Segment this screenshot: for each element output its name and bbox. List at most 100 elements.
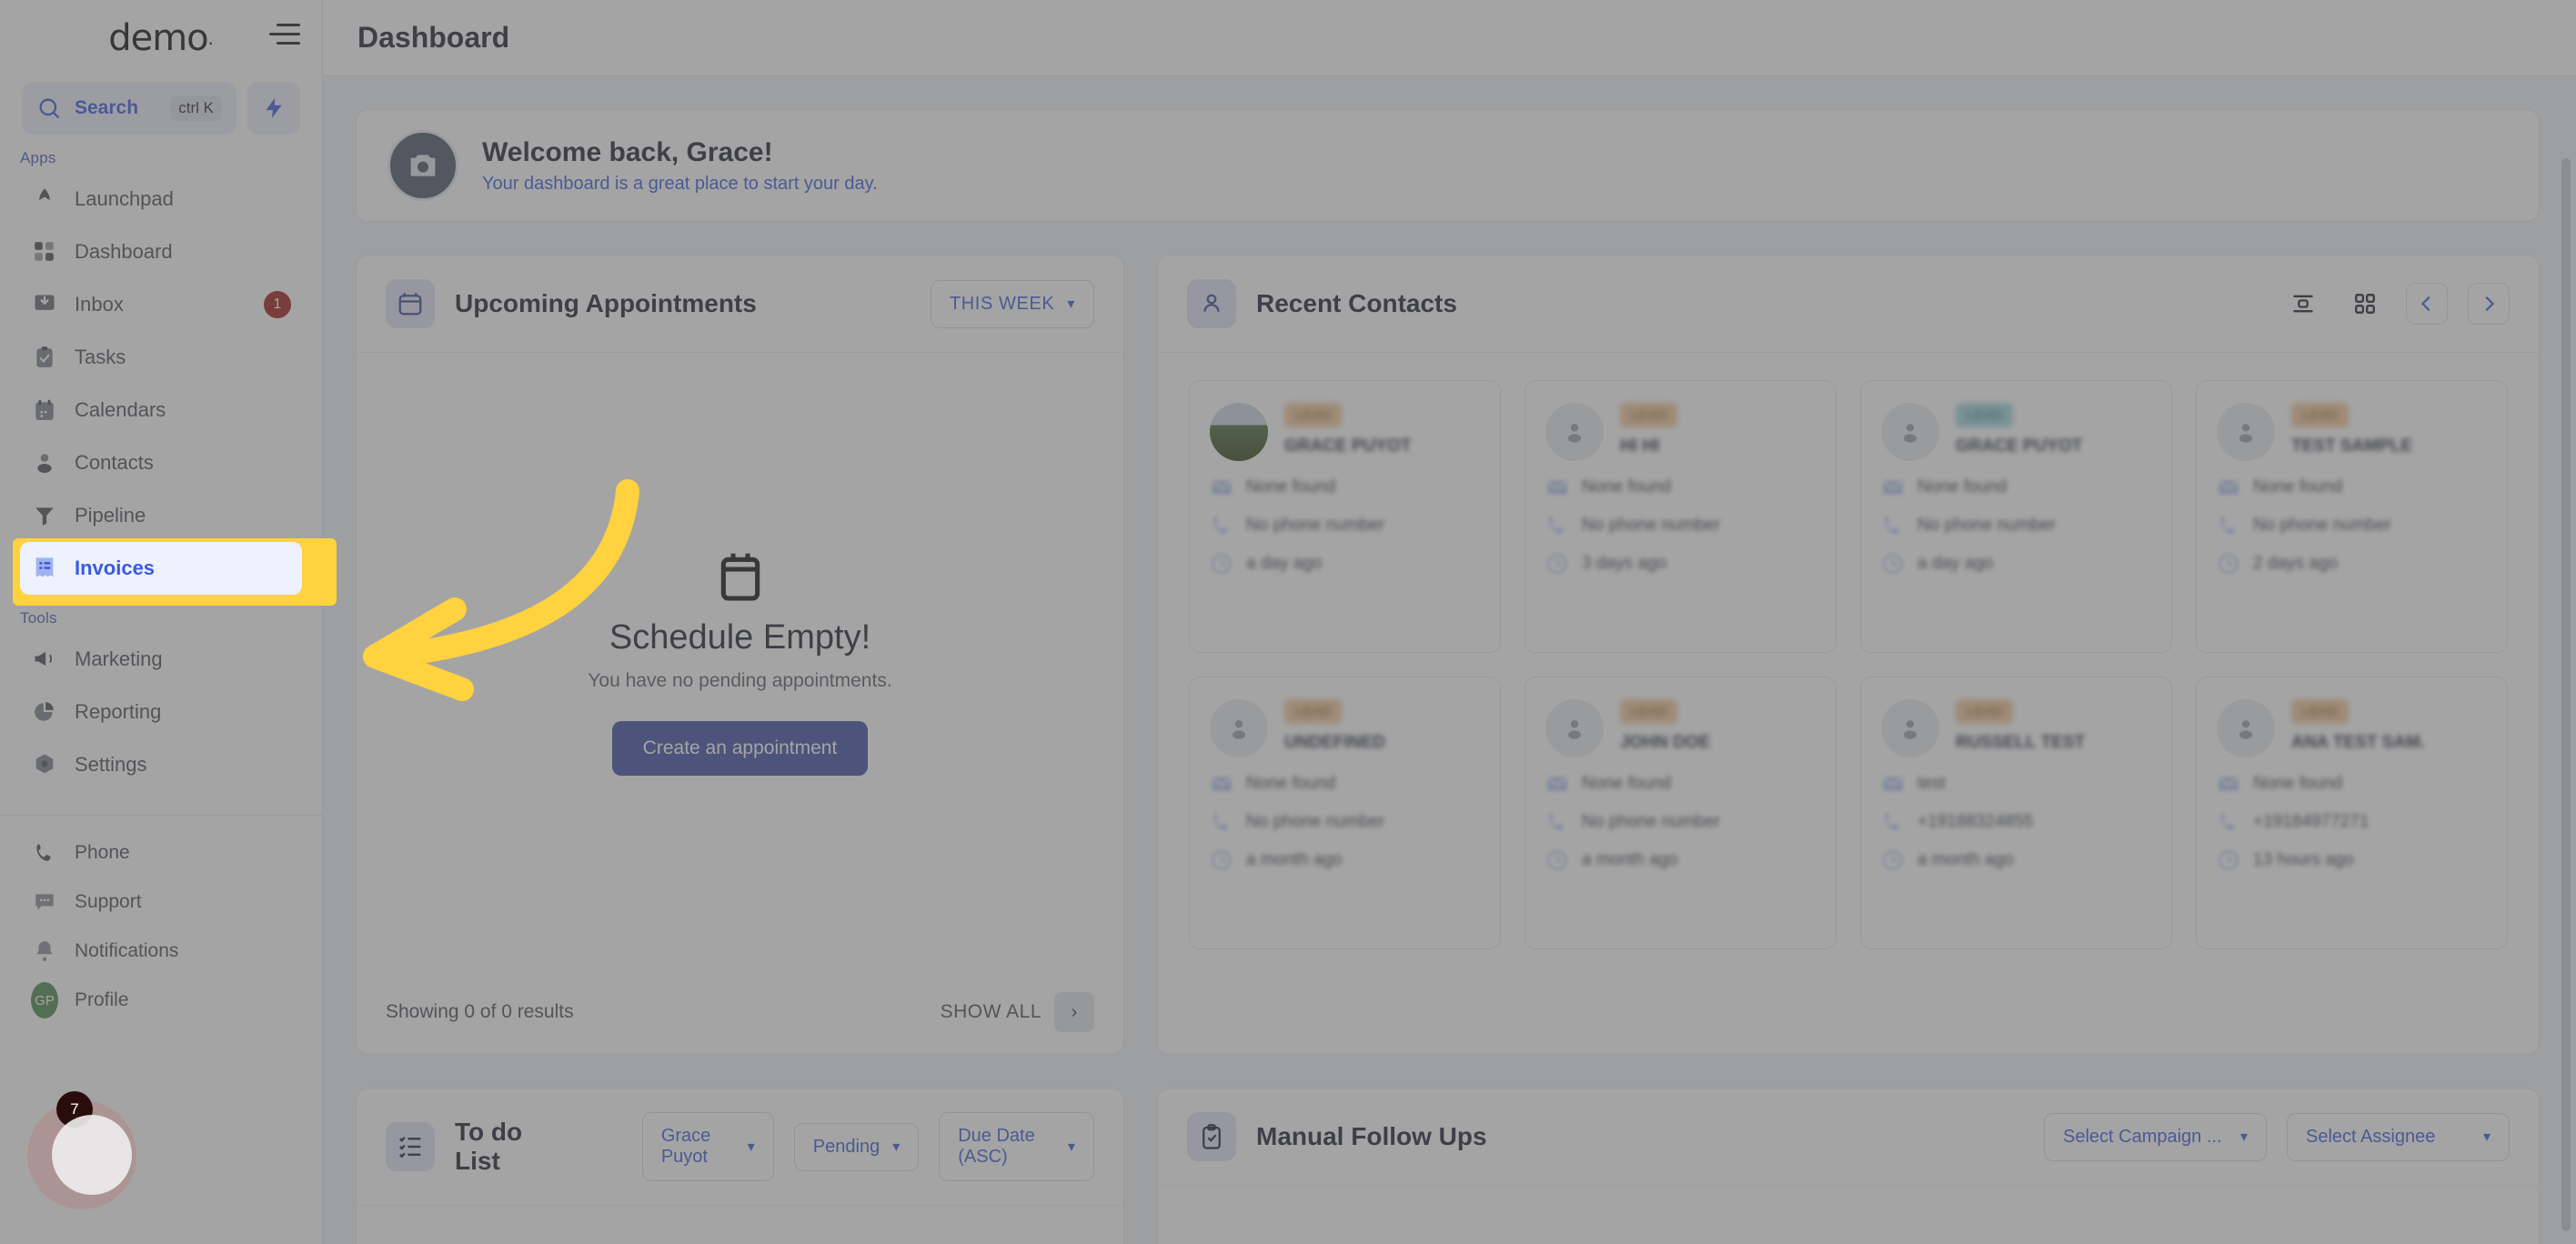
contact-phone: No phone number	[2253, 516, 2392, 535]
brand-header: demo .	[0, 0, 322, 76]
todo-title: To do List	[455, 1118, 523, 1175]
todo-sort-filter[interactable]: Due Date (ASC) ▾	[939, 1112, 1094, 1181]
sidebar-item-reporting[interactable]: Reporting	[20, 686, 302, 738]
contact-email: None found	[1246, 477, 1336, 497]
contact-phone: No phone number	[1917, 516, 2057, 535]
envelope-icon	[1881, 772, 1905, 796]
sidebar-apps-label: Apps	[20, 149, 56, 166]
sidebar-item-phone[interactable]: Phone	[20, 828, 302, 878]
contact-phone-row: No phone number	[2217, 514, 2487, 537]
contact-last-activity: a month ago	[1582, 850, 1678, 869]
contact-status-badge: LEAD	[2291, 699, 2350, 724]
appointments-show-all-label[interactable]: SHOW ALL	[941, 1001, 1041, 1023]
sidebar-item-pipeline[interactable]: Pipeline	[20, 489, 302, 542]
contact-card[interactable]: LEAD RUSSELL TEST test +19188324855 a month …	[1860, 677, 2172, 949]
contact-phone-row: +19188324855	[1881, 810, 2151, 834]
clock-icon	[1881, 552, 1905, 576]
person-icon	[2239, 720, 2252, 739]
chevron-down-icon: ▾	[2239, 1129, 2248, 1145]
sidebar-item-support[interactable]: Support	[20, 878, 302, 927]
quick-actions-button[interactable]	[247, 82, 300, 135]
sidebar-item-notifications[interactable]: Notifications	[20, 927, 302, 976]
sidebar-item-invoices[interactable]: Invoices	[20, 542, 302, 595]
sidebar-item-label: Reporting	[75, 700, 162, 723]
contact-last-activity: a day ago	[1917, 554, 1994, 573]
sidebar-item-label: Launchpad	[75, 187, 174, 210]
list-view-icon[interactable]	[2282, 283, 2324, 325]
pie-chart-icon	[31, 698, 58, 726]
contact-avatar	[1210, 699, 1268, 757]
envelope-icon	[1545, 476, 1569, 499]
sidebar-item-label: Dashboard	[75, 240, 173, 263]
envelope-icon	[1545, 772, 1569, 796]
envelope-icon	[1881, 476, 1905, 499]
sidebar-item-calendars[interactable]: Calendars	[20, 384, 302, 436]
grid-view-icon[interactable]	[2344, 283, 2386, 325]
contacts-prev-button[interactable]	[2406, 283, 2448, 325]
clock-icon	[1545, 552, 1569, 576]
contact-email-row: None found	[1210, 476, 1480, 499]
contact-phone-row: No phone number	[1545, 514, 1816, 537]
contact-meta: LEAD JOHN DOE	[1620, 699, 1816, 753]
contact-avatar	[2217, 699, 2275, 757]
sidebar-item-contacts[interactable]: Contacts	[20, 436, 302, 489]
contact-card[interactable]: LEAD JOHN DOE None found No phone number a m…	[1524, 677, 1836, 949]
phone-icon	[1210, 810, 1233, 834]
sidebar-item-marketing[interactable]: Marketing	[20, 633, 302, 686]
contact-status-badge: LEAD	[1956, 699, 2014, 724]
contact-phone-row: No phone number	[1210, 810, 1480, 834]
contact-card[interactable]: LEAD GRACE PUYOT None found No phone number…	[1189, 380, 1501, 653]
todo-status-label: Pending	[812, 1136, 880, 1157]
contact-phone: +19184977271	[2253, 812, 2370, 831]
person-icon	[1568, 720, 1581, 739]
clock-icon	[2217, 848, 2240, 872]
sidebar-item-profile[interactable]: GP Profile	[20, 976, 302, 1025]
contact-avatar	[1881, 699, 1939, 757]
create-appointment-button[interactable]: Create an appointment	[611, 721, 869, 776]
phone-icon	[2217, 810, 2240, 834]
contact-card[interactable]: LEAD TEST SAMPLE None found No phone number…	[2196, 380, 2508, 653]
sidebar-item-dashboard[interactable]: Dashboard	[20, 226, 302, 278]
contact-card[interactable]: LEAD UNDEFINED None found No phone number a …	[1189, 677, 1501, 949]
contact-email-row: None found	[1881, 476, 2151, 499]
appointments-range-filter[interactable]: THIS WEEK ▾	[930, 279, 1094, 328]
contact-card-top: LEAD RUSSELL TEST	[1881, 699, 2151, 757]
contact-email: None found	[2253, 774, 2343, 793]
followups-assignee-filter[interactable]: Select Assignee ▾	[2287, 1112, 2510, 1161]
contact-avatar	[1545, 403, 1604, 461]
chevron-down-icon: ▾	[892, 1139, 901, 1155]
chevron-down-icon: ▾	[1067, 1139, 1075, 1155]
contact-email: test	[1917, 774, 1946, 793]
phone-icon	[1210, 514, 1233, 537]
followups-campaign-filter[interactable]: Select Campaign ... ▾	[2044, 1112, 2267, 1161]
todo-status-filter[interactable]: Pending ▾	[793, 1122, 920, 1171]
contact-card-top: LEAD GRACE PUYOT	[1210, 403, 1480, 461]
sidebar-item-launchpad[interactable]: Launchpad	[20, 173, 302, 226]
contact-last-activity-row: a month ago	[1545, 848, 1816, 872]
brand-logo-text: demo	[108, 17, 208, 59]
sidebar-item-label: Marketing	[75, 647, 163, 670]
search-input[interactable]: Search ctrl K	[22, 82, 236, 135]
sidebar-apps-list: Launchpad Dashboard Inbox 1 Tasks Calend…	[0, 173, 322, 595]
contact-email-row: None found	[1210, 772, 1480, 796]
contact-last-activity: 13 hours ago	[2253, 850, 2354, 869]
contact-card-top: LEAD UNDEFINED	[1210, 699, 1480, 757]
contact-card[interactable]: LEAD GRACE PUYOT None found No phone number…	[1860, 380, 2172, 653]
contacts-next-button[interactable]	[2468, 283, 2510, 325]
hamburger-menu-icon[interactable]	[269, 24, 302, 51]
vertical-scrollbar[interactable]	[2561, 158, 2571, 1231]
sidebar-item-label: Tasks	[75, 346, 126, 368]
person-icon	[1904, 720, 1917, 739]
sidebar-item-settings[interactable]: Settings	[20, 738, 302, 791]
sidebar-item-inbox[interactable]: Inbox 1	[20, 278, 302, 331]
contact-card[interactable]: LEAD ANA TEST SAM. None found +19184977271 1…	[2196, 677, 2508, 949]
invoice-icon	[31, 555, 58, 582]
welcome-title: Welcome back, Grace!	[482, 136, 773, 167]
contact-last-activity-row: a day ago	[1210, 552, 1480, 576]
contact-card[interactable]: LEAD HI HI None found No phone number 3 days…	[1524, 380, 1836, 653]
followups-campaign-label: Select Campaign ...	[2063, 1126, 2222, 1147]
chevron-right-icon[interactable]: ›	[1054, 992, 1094, 1032]
contact-email: None found	[1582, 477, 1672, 497]
todo-assignee-filter[interactable]: Grace Puyot ▾	[641, 1112, 774, 1181]
sidebar-item-tasks[interactable]: Tasks	[20, 331, 302, 384]
